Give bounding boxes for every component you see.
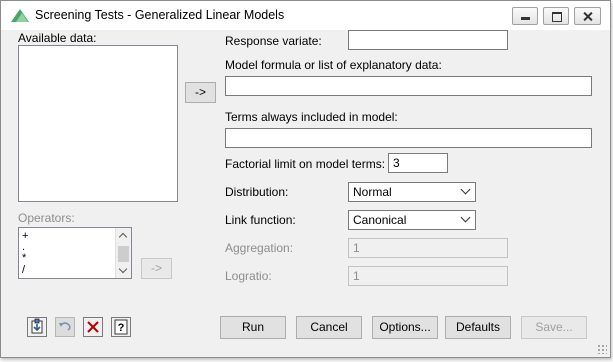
help-button[interactable]: ? — [111, 317, 131, 337]
factorial-limit-input[interactable]: 3 — [388, 153, 448, 173]
resize-grip[interactable] — [597, 344, 607, 354]
defaults-button[interactable]: Defaults — [445, 316, 511, 339]
app-logo-icon — [11, 9, 29, 22]
logratio-input[interactable]: 1 — [348, 266, 508, 286]
add-to-field-button[interactable]: -> — [185, 82, 216, 103]
model-formula-label: Model formula or list of explanatory dat… — [225, 58, 442, 72]
maximize-button[interactable] — [543, 7, 569, 25]
distribution-select[interactable]: Normal — [348, 182, 476, 202]
operators-list[interactable]: + . * / — [18, 227, 132, 279]
operators-label: Operators: — [18, 211, 75, 225]
dialog-window: Screening Tests - Generalized Linear Mod… — [0, 0, 611, 358]
aggregation-label: Aggregation: — [225, 241, 294, 255]
title-bar[interactable]: Screening Tests - Generalized Linear Mod… — [1, 1, 610, 30]
link-function-select[interactable]: Canonical — [348, 210, 476, 230]
help-icon: ? — [114, 319, 128, 335]
chevron-down-icon — [460, 212, 471, 223]
clear-icon — [87, 321, 99, 333]
factorial-limit-label: Factorial limit on model terms: — [225, 157, 386, 171]
terms-always-label: Terms always included in model: — [225, 110, 398, 124]
scroll-up-icon[interactable] — [118, 232, 128, 242]
options-button[interactable]: Options... — [372, 316, 438, 339]
pin-icon — [31, 318, 43, 334]
terms-always-input[interactable] — [225, 128, 592, 148]
run-button[interactable]: Run — [220, 316, 286, 339]
clear-button[interactable] — [83, 317, 103, 337]
response-variate-label: Response variate: — [225, 34, 322, 48]
operators-scrollbar[interactable] — [115, 228, 131, 278]
minimize-button[interactable] — [512, 7, 538, 25]
distribution-label: Distribution: — [225, 185, 289, 199]
link-function-label: Link function: — [225, 213, 296, 227]
chevron-down-icon — [460, 184, 471, 195]
insert-operator-button[interactable]: -> — [141, 258, 172, 279]
save-button[interactable]: Save... — [521, 316, 587, 339]
scroll-down-icon[interactable] — [118, 264, 128, 274]
undo-icon — [59, 322, 71, 331]
cancel-button[interactable]: Cancel — [296, 316, 362, 339]
close-button[interactable] — [574, 7, 601, 25]
scroll-thumb[interactable] — [118, 246, 129, 262]
available-data-list[interactable] — [18, 45, 178, 202]
distribution-value: Normal — [353, 185, 392, 199]
model-formula-input[interactable] — [225, 76, 592, 96]
window-title: Screening Tests - Generalized Linear Mod… — [35, 8, 285, 22]
operator-item[interactable]: / — [22, 264, 25, 276]
response-variate-input[interactable] — [348, 30, 508, 50]
pin-button[interactable] — [27, 317, 47, 337]
undo-button[interactable] — [55, 317, 75, 337]
svg-text:?: ? — [118, 322, 125, 334]
logratio-label: Logratio: — [225, 269, 272, 283]
operator-item[interactable]: * — [22, 252, 26, 264]
aggregation-input[interactable]: 1 — [348, 238, 508, 258]
link-function-value: Canonical — [353, 213, 407, 227]
available-data-label: Available data: — [18, 31, 97, 45]
